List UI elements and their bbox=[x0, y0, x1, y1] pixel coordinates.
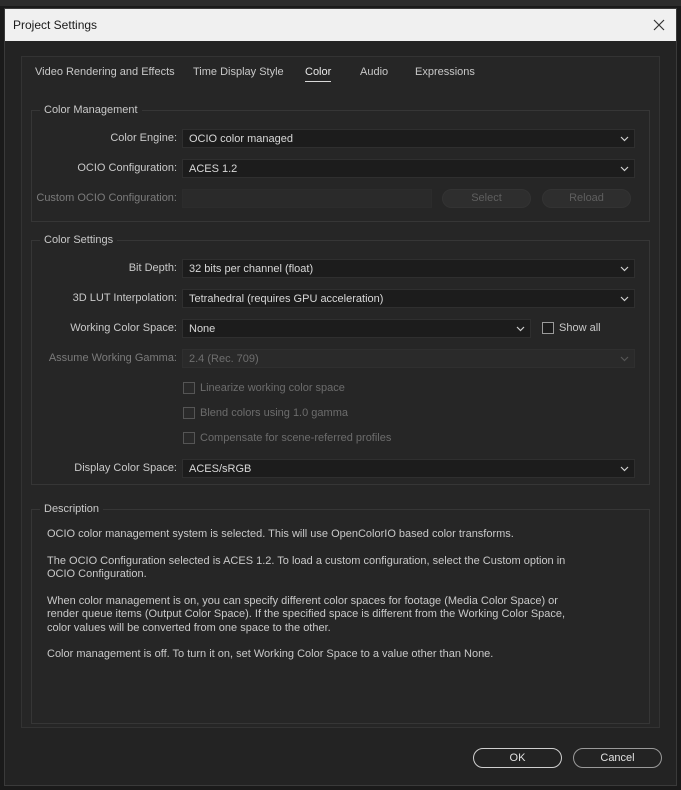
color-settings-group: Color Settings Bit Depth: 32 bits per ch… bbox=[31, 234, 650, 485]
custom-ocio-input bbox=[182, 189, 432, 208]
bit-depth-select[interactable]: 32 bits per channel (float) bbox=[182, 259, 635, 278]
chevron-down-icon bbox=[620, 266, 629, 272]
lut-interpolation-label: 3D LUT Interpolation: bbox=[72, 292, 177, 304]
color-engine-select[interactable]: OCIO color managed bbox=[182, 129, 635, 148]
blend-colors-checkbox bbox=[183, 407, 195, 419]
working-gamma-value: 2.4 (Rec. 709) bbox=[189, 353, 259, 365]
custom-ocio-label: Custom OCIO Configuration: bbox=[36, 192, 177, 204]
description-paragraph: The OCIO Configuration selected is ACES … bbox=[47, 554, 566, 581]
color-engine-value: OCIO color managed bbox=[189, 133, 293, 145]
chevron-down-icon bbox=[620, 136, 629, 142]
description-paragraph: When color management is on, you can spe… bbox=[47, 594, 566, 634]
linearize-checkbox bbox=[183, 382, 195, 394]
bit-depth-value: 32 bits per channel (float) bbox=[189, 263, 314, 275]
cancel-button[interactable]: Cancel bbox=[573, 748, 662, 768]
chevron-down-icon bbox=[620, 356, 629, 362]
tab-color[interactable]: Color bbox=[305, 66, 332, 82]
chevron-down-icon bbox=[620, 166, 629, 172]
color-engine-label: Color Engine: bbox=[110, 132, 177, 144]
linearize-label: Linearize working color space bbox=[200, 382, 345, 394]
window-title: Project Settings bbox=[13, 18, 98, 32]
working-gamma-select: 2.4 (Rec. 709) bbox=[182, 349, 635, 368]
working-color-space-label: Working Color Space: bbox=[70, 322, 177, 334]
tab-expressions[interactable]: Expressions bbox=[415, 66, 475, 78]
lut-interpolation-value: Tetrahedral (requires GPU acceleration) bbox=[189, 293, 384, 305]
color-management-group: Color Management Color Engine: OCIO colo… bbox=[31, 104, 650, 222]
show-all-checkbox[interactable] bbox=[542, 322, 554, 334]
chevron-down-icon bbox=[620, 466, 629, 472]
show-all-label: Show all bbox=[559, 322, 601, 334]
compensate-label: Compensate for scene-referred profiles bbox=[200, 432, 392, 444]
close-icon bbox=[653, 19, 665, 31]
description-group: Description OCIO color management system… bbox=[31, 503, 650, 724]
project-settings-dialog: Project Settings Video Rendering and Eff… bbox=[4, 8, 677, 786]
tab-bar: Video Rendering and Effects Time Display… bbox=[22, 57, 659, 89]
tab-video-rendering[interactable]: Video Rendering and Effects bbox=[35, 66, 175, 78]
close-button[interactable] bbox=[648, 14, 670, 36]
reload-button: Reload bbox=[542, 189, 631, 208]
chevron-down-icon bbox=[516, 326, 525, 332]
chevron-down-icon bbox=[620, 296, 629, 302]
working-gamma-label: Assume Working Gamma: bbox=[48, 352, 177, 364]
select-button: Select bbox=[442, 189, 531, 208]
color-management-title: Color Management bbox=[40, 104, 142, 116]
ocio-configuration-select[interactable]: ACES 1.2 bbox=[182, 159, 635, 178]
lut-interpolation-select[interactable]: Tetrahedral (requires GPU acceleration) bbox=[182, 289, 635, 308]
compensate-checkbox bbox=[183, 432, 195, 444]
color-settings-title: Color Settings bbox=[40, 234, 118, 246]
ocio-configuration-value: ACES 1.2 bbox=[189, 163, 238, 175]
display-color-space-select[interactable]: ACES/sRGB bbox=[182, 459, 635, 478]
ok-button[interactable]: OK bbox=[473, 748, 562, 768]
bit-depth-label: Bit Depth: bbox=[128, 262, 177, 274]
working-color-space-select[interactable]: None bbox=[182, 319, 531, 338]
tab-audio[interactable]: Audio bbox=[360, 66, 388, 78]
ocio-configuration-label: OCIO Configuration: bbox=[77, 162, 177, 174]
display-color-space-value: ACES/sRGB bbox=[189, 463, 252, 475]
blend-colors-label: Blend colors using 1.0 gamma bbox=[200, 407, 348, 419]
description-text: OCIO color management system is selected… bbox=[47, 528, 567, 675]
host-app-background bbox=[0, 0, 681, 6]
working-color-space-value: None bbox=[189, 323, 216, 335]
description-title: Description bbox=[40, 503, 104, 515]
title-bar: Project Settings bbox=[5, 9, 676, 41]
description-paragraph: Color management is off. To turn it on, … bbox=[47, 648, 494, 660]
settings-panel: Video Rendering and Effects Time Display… bbox=[21, 56, 660, 728]
display-color-space-label: Display Color Space: bbox=[74, 462, 177, 474]
description-paragraph: OCIO color management system is selected… bbox=[47, 528, 514, 540]
tab-time-display-style[interactable]: Time Display Style bbox=[193, 66, 284, 78]
